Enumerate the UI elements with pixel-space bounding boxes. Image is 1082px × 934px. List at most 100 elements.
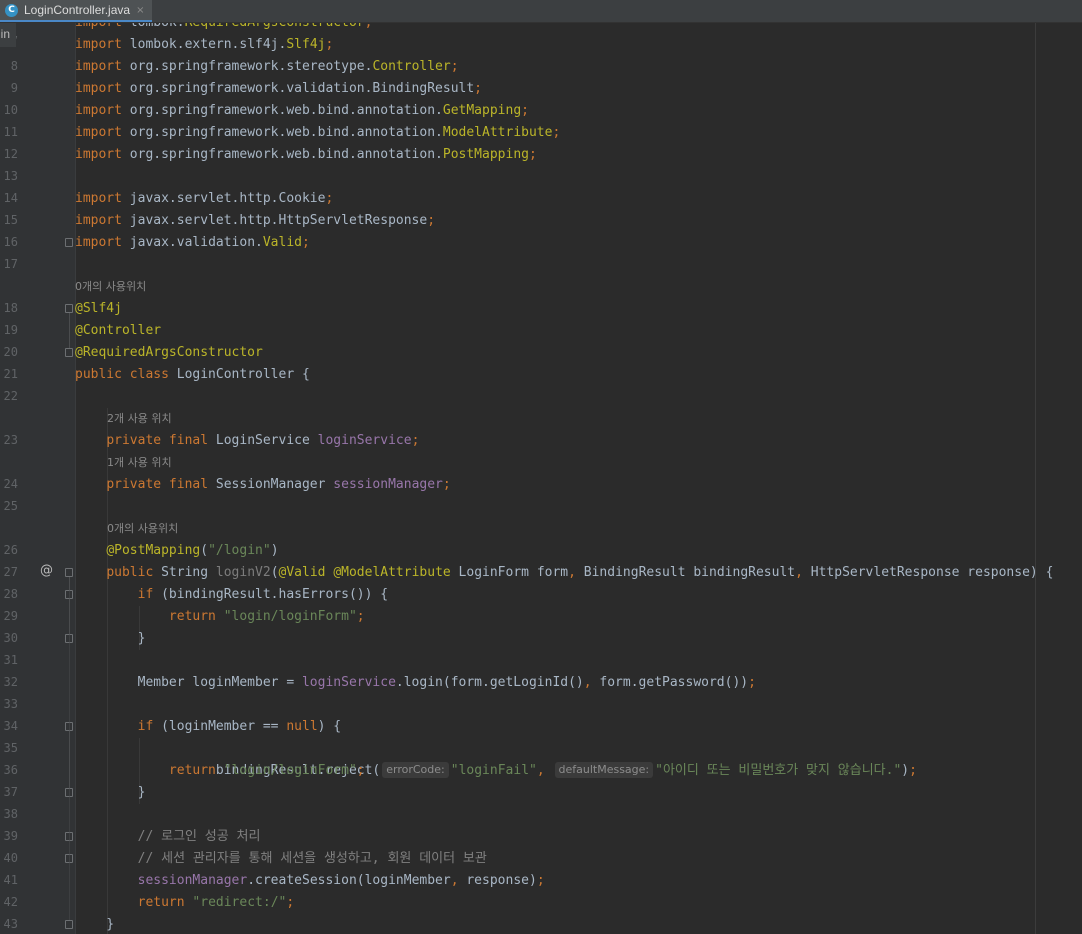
code-token: import	[75, 235, 130, 250]
fold-marker[interactable]	[65, 304, 73, 313]
code-token: ;	[552, 125, 561, 140]
code-token: lombok.extern.slf4j.	[129, 37, 287, 52]
line-number: 31	[3, 653, 18, 667]
override-marker-icon[interactable]: @	[40, 563, 53, 578]
line-number: 39	[3, 829, 18, 843]
line-number: 16	[3, 235, 18, 249]
code-token: Controller	[372, 59, 451, 74]
code-token: BindingResult bindingResult	[583, 565, 796, 580]
code-token: Slf4j	[286, 37, 326, 52]
code-line: }	[75, 782, 146, 804]
code-token: import	[75, 81, 130, 96]
tab-title: LoginController.java	[24, 3, 131, 17]
code-line: return "redirect:/";	[75, 892, 295, 914]
line-number: 8	[10, 59, 18, 73]
line-number: 17	[3, 257, 18, 271]
code-token: sessionManager	[137, 873, 248, 888]
code-line: return "login/loginForm";	[75, 760, 365, 782]
code-token: ;	[302, 235, 310, 250]
java-class-icon: C	[5, 3, 18, 17]
code-segment: "아이디 또는 비밀번호가 맞지 않습니다.");	[655, 763, 917, 778]
code-token: org.springframework.stereotype.	[129, 59, 373, 74]
code-token: form.getPassword())	[599, 675, 749, 690]
tab-login-controller[interactable]: C LoginController.java ×	[0, 0, 152, 22]
code-token: (	[200, 543, 209, 558]
code-line: Member loginMember = loginService.login(…	[75, 672, 756, 694]
code-token: ) {	[317, 719, 342, 734]
code-token: GetMapping	[442, 103, 522, 118]
code-line: // 세션 관리자를 통해 세션을 생성하고, 회원 데이터 보관	[75, 848, 487, 870]
code-token: // 세션 관리자를 통해 세션을 생성하고, 회원 데이터 보관	[137, 851, 487, 866]
usage-hint[interactable]: 1개 사용 위치	[107, 452, 172, 474]
code-token: ,	[450, 873, 467, 888]
line-number: 9	[10, 81, 18, 95]
code-line: if (bindingResult.hasErrors()) {	[75, 584, 388, 606]
line-number: 28	[3, 587, 18, 601]
line-number: 33	[3, 697, 18, 711]
line-number: 10	[3, 103, 18, 117]
code-token: ;	[442, 477, 451, 492]
line-number: 22	[3, 389, 18, 403]
code-token: ;	[748, 675, 756, 690]
code-token: @Slf4j	[75, 301, 122, 316]
code-token: @Valid @ModelAttribute	[278, 565, 459, 580]
code-token: (loginMember ==	[161, 719, 287, 734]
usage-hint[interactable]: 0개의 사용위치	[75, 276, 146, 298]
code-token: ,	[536, 763, 553, 778]
code-token: import	[75, 37, 130, 52]
code-line: @PostMapping("/login")	[75, 540, 278, 562]
code-token: String	[161, 565, 216, 580]
usage-hint[interactable]: 2개 사용 위치	[107, 408, 172, 430]
code-line: }	[75, 914, 114, 934]
left-tool-window-strip[interactable]: gin	[0, 23, 16, 47]
fold-marker[interactable]	[65, 348, 73, 357]
code-token: ;	[427, 213, 436, 228]
usage-hint[interactable]: 0개의 사용위치	[107, 518, 178, 540]
fold-marker[interactable]	[65, 568, 73, 577]
code-token: org.springframework.validation.BindingRe…	[129, 81, 475, 96]
close-icon[interactable]: ×	[136, 5, 144, 16]
line-number: 32	[3, 675, 18, 689]
left-strip-label: gin	[0, 27, 11, 41]
code-token: org.springframework.web.bind.annotation.	[129, 125, 443, 140]
fold-connector	[69, 313, 70, 348]
code-token: return	[168, 763, 224, 778]
code-token: org.springframework.web.bind.annotation.	[129, 103, 443, 118]
code-token: if	[137, 587, 162, 602]
line-number: 38	[3, 807, 18, 821]
code-token: SessionManager	[215, 477, 334, 492]
code-token: ;	[325, 37, 334, 52]
code-line: import org.springframework.validation.Bi…	[75, 78, 482, 100]
line-number: 29	[3, 609, 18, 623]
code-token: import	[75, 147, 130, 162]
code-line: public class LoginController {	[75, 364, 310, 386]
code-token: "redirect:/"	[192, 895, 287, 910]
code-token: "/login"	[208, 543, 271, 558]
code-token: ;	[356, 609, 365, 624]
fold-marker[interactable]	[65, 238, 73, 247]
code-line: bindingResult.reject(errorCode: "loginFai…	[75, 738, 917, 778]
code-line: import org.springframework.web.bind.anno…	[75, 122, 560, 144]
line-number: 15	[3, 213, 18, 227]
code-area[interactable]: import lombok.RequiredArgsConstructor; i…	[75, 0, 1082, 934]
code-token: ;	[286, 895, 295, 910]
code-token: private final	[106, 477, 216, 492]
code-token: (	[270, 565, 279, 580]
code-token: import	[75, 191, 130, 206]
code-token: }	[75, 917, 115, 932]
code-token: ,	[583, 675, 600, 690]
line-number: 12	[3, 147, 18, 161]
code-token: private final	[106, 433, 216, 448]
fold-marker[interactable]	[65, 920, 73, 929]
code-line: private final LoginService loginService;	[75, 430, 419, 452]
code-token: )	[901, 763, 910, 778]
code-token: import	[75, 125, 130, 140]
code-token: (bindingResult.hasErrors()) {	[161, 587, 389, 602]
